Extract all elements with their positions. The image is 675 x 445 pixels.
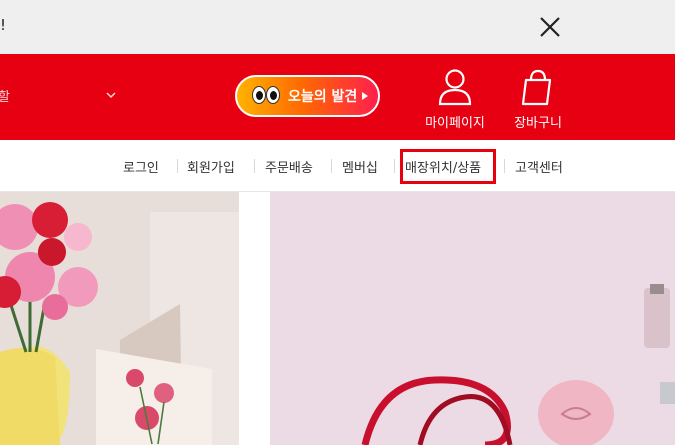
nav-separator bbox=[331, 159, 332, 173]
nav-separator bbox=[394, 159, 395, 173]
nav-separator bbox=[177, 159, 178, 173]
highlight-box bbox=[400, 149, 496, 184]
nav-item-customer-center[interactable]: 고객센터 bbox=[515, 157, 563, 176]
mypage-button[interactable]: 마이페이지 bbox=[415, 68, 495, 136]
nav-item-membership[interactable]: 멤버십 bbox=[342, 157, 378, 176]
nav-item-orders[interactable]: 주문배송 bbox=[265, 157, 313, 176]
play-icon bbox=[362, 92, 369, 100]
notice-text: ! bbox=[0, 16, 7, 34]
notice-bar: ! bbox=[0, 0, 675, 54]
mypage-label: 마이페이지 bbox=[425, 116, 485, 131]
close-button[interactable] bbox=[532, 9, 568, 45]
banner-ribbon[interactable] bbox=[270, 192, 675, 445]
discover-label: 오늘의 발견 bbox=[288, 89, 358, 105]
nav-item-signup[interactable]: 회원가입 bbox=[187, 157, 235, 176]
eyes-icon bbox=[252, 86, 282, 106]
carnation-image bbox=[0, 192, 239, 445]
chevron-down-icon[interactable] bbox=[104, 88, 118, 102]
user-icon bbox=[438, 69, 472, 106]
shopping-bag-icon bbox=[521, 69, 552, 106]
banner-carnation[interactable] bbox=[0, 192, 239, 445]
nav-item-login[interactable]: 로그인 bbox=[123, 157, 159, 176]
ribbon-image bbox=[270, 192, 675, 445]
cart-label: 장바구니 bbox=[514, 116, 562, 131]
nav-separator bbox=[504, 159, 505, 173]
discover-button[interactable]: 오늘의 발견 bbox=[235, 75, 380, 117]
header: 할 오늘의 발견 마이페이지 장바구니 bbox=[0, 54, 675, 140]
cart-button[interactable]: 장바구니 bbox=[498, 68, 578, 136]
nav-separator bbox=[254, 159, 255, 173]
utility-nav: 로그인 회원가입 주문배송 멤버십 매장위치/상품 고객센터 bbox=[0, 140, 675, 192]
header-left-fragment: 할 bbox=[0, 90, 10, 105]
close-icon bbox=[540, 17, 560, 37]
